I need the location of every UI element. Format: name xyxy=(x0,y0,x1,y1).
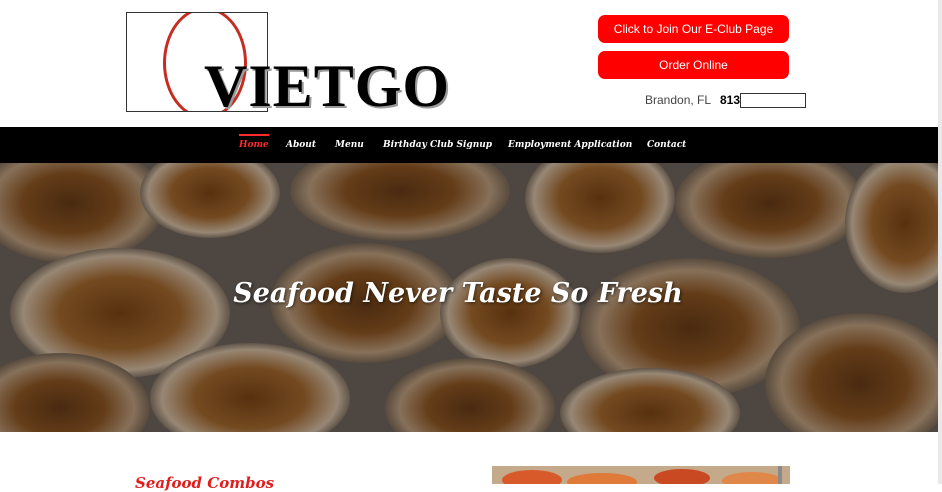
order-online-button[interactable]: Order Online xyxy=(598,51,789,79)
phone-number[interactable]: 813 xyxy=(720,93,740,107)
active-indicator xyxy=(239,134,269,136)
join-eclub-button[interactable]: Click to Join Our E-Club Page xyxy=(598,15,789,43)
nav-item-label: Employment Application xyxy=(508,140,633,150)
site-header: VIETGO Click to Join Our E-Club Page Ord… xyxy=(0,0,942,127)
nav-item-menu[interactable]: Menu xyxy=(335,127,364,163)
nav-item-label: Birthday Club Signup xyxy=(383,140,493,150)
nav-item-home[interactable]: Home xyxy=(239,127,269,163)
nav-item-label: About xyxy=(286,140,316,150)
nav-item-label: Home xyxy=(239,140,269,150)
seafood-combo-image xyxy=(492,466,790,484)
location-text: Brandon, FL xyxy=(645,93,712,107)
nav-item-label: Contact xyxy=(647,140,687,150)
phone-image-placeholder xyxy=(740,93,806,108)
main-navigation: Home About Menu Birthday Club Signup Emp… xyxy=(0,127,942,163)
section-heading: Seafood Combos xyxy=(135,474,275,492)
logo-wordmark[interactable]: VIETGO xyxy=(204,50,450,122)
hero-title: Seafood Never Taste So Fresh xyxy=(233,278,683,309)
nav-item-birthday-club[interactable]: Birthday Club Signup xyxy=(383,127,492,163)
nav-item-employment[interactable]: Employment Application xyxy=(508,127,632,163)
nav-item-label: Menu xyxy=(335,140,364,150)
page-scrollbar[interactable] xyxy=(938,0,942,484)
food-photo xyxy=(492,466,790,484)
nav-item-about[interactable]: About xyxy=(286,127,316,163)
nav-item-contact[interactable]: Contact xyxy=(647,127,686,163)
